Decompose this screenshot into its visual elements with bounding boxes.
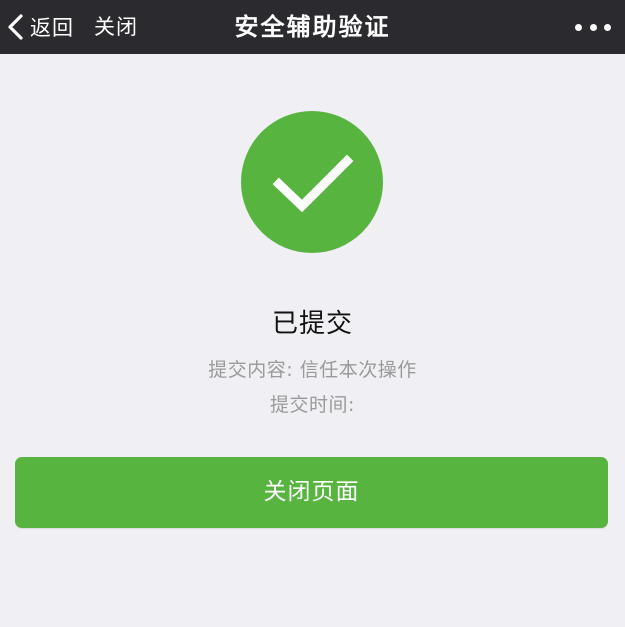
checkmark-icon	[272, 154, 354, 213]
page-title: 安全辅助验证	[234, 13, 391, 41]
more-dot	[589, 23, 597, 31]
navigation-bar: 返回 关闭 安全辅助验证	[0, 0, 625, 54]
success-badge	[241, 111, 383, 253]
submit-time-text: 提交时间:	[270, 394, 355, 416]
status-title: 已提交	[271, 309, 353, 339]
more-dots-icon[interactable]	[575, 17, 611, 37]
more-dot	[604, 23, 611, 31]
close-page-button[interactable]: 关闭页面	[15, 457, 608, 528]
more-dot	[575, 23, 582, 31]
submit-content-text: 提交内容: 信任本次操作	[208, 359, 417, 381]
